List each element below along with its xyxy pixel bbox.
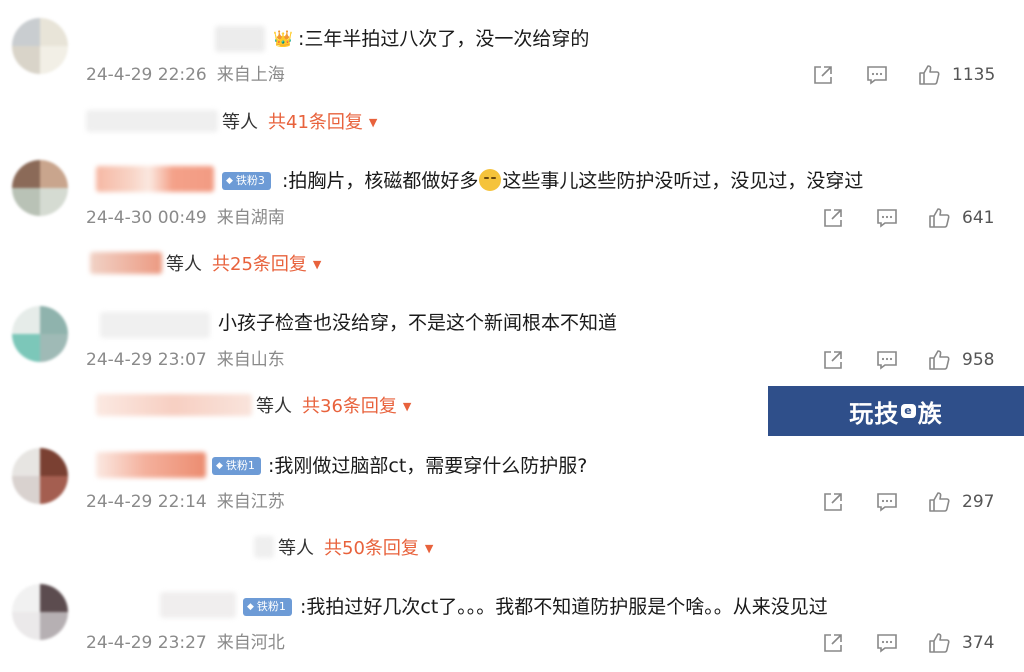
share-icon[interactable] <box>822 632 844 654</box>
username-blurred[interactable] <box>215 26 265 52</box>
avatar[interactable] <box>12 18 68 74</box>
comment-actions: 1135 <box>812 62 1012 88</box>
comment-date: 24-4-30 00:49 <box>86 208 207 228</box>
comment-text: 小孩子检查也没给穿，不是这个新闻根本不知道 <box>218 312 618 334</box>
comment-text-part: 这些事儿这些防护没听过，没见过，没穿过 <box>502 170 864 192</box>
username-blurred[interactable] <box>96 166 214 192</box>
reply-users-blurred <box>86 110 218 132</box>
replies-toggle[interactable]: 等人 共41条回复 ▼ <box>86 110 377 136</box>
avatar[interactable] <box>12 160 68 216</box>
fan-badge-label: 铁粉3 <box>235 174 265 187</box>
comment-icon[interactable] <box>876 632 898 654</box>
comment-icon[interactable] <box>876 207 898 229</box>
thumbs-up-icon[interactable] <box>918 64 940 86</box>
comment-meta: 24-4-29 22:26 来自上海 <box>86 64 285 86</box>
comment-location: 来自江苏 <box>216 492 285 512</box>
reply-users-blurred <box>90 252 162 274</box>
fan-badge[interactable]: ◆ 铁粉3 <box>222 172 271 190</box>
comment-location: 来自湖南 <box>216 208 285 228</box>
comment-icon[interactable] <box>866 64 888 86</box>
comment-date: 24-4-29 22:14 <box>86 492 207 512</box>
username-blurred[interactable] <box>160 592 236 618</box>
share-icon[interactable] <box>812 64 834 86</box>
fan-badge-label: 铁粉1 <box>225 459 255 472</box>
reply-users-label: 等人 <box>166 254 202 275</box>
fan-badge-label: 铁粉1 <box>256 600 286 613</box>
comment-location: 来自河北 <box>216 633 285 653</box>
watermark-text: 族 <box>917 399 943 428</box>
comment-icon[interactable] <box>876 349 898 371</box>
reply-count[interactable]: 共50条回复 <box>324 538 419 559</box>
comment-meta: 24-4-29 23:27 来自河北 <box>86 632 285 654</box>
comment-text: :我拍过好几次ct了。。。我都不知道防护服是个啥。。从来没见过 <box>300 596 828 618</box>
thumbs-up-icon[interactable] <box>928 207 950 229</box>
share-icon[interactable] <box>822 207 844 229</box>
watermark-text: 玩技 <box>849 399 900 428</box>
avatar[interactable] <box>12 584 68 640</box>
comment-text: :我刚做过脑部ct，需要穿什么防护服? <box>268 455 588 477</box>
reply-users-label: 等人 <box>222 112 258 133</box>
like-count: 297 <box>962 492 995 512</box>
comment-date: 24-4-29 23:27 <box>86 633 207 653</box>
diamond-icon: ◆ <box>247 602 254 612</box>
username-blurred[interactable] <box>96 452 206 478</box>
like-count: 374 <box>962 633 995 653</box>
replies-toggle[interactable]: 等人 共36条回复 ▼ <box>96 394 411 420</box>
thumbs-up-icon[interactable] <box>928 349 950 371</box>
comment-actions: 641 <box>822 205 1012 231</box>
thumbs-up-icon[interactable] <box>928 491 950 513</box>
reply-count[interactable]: 共25条回复 <box>212 254 307 275</box>
comment-location: 来自山东 <box>216 350 285 370</box>
reply-count[interactable]: 共36条回复 <box>302 396 397 417</box>
comment-actions: 958 <box>822 347 1012 373</box>
comment-meta: 24-4-29 22:14 来自江苏 <box>86 491 285 513</box>
comment-actions: 297 <box>822 489 1012 515</box>
comment-icon[interactable] <box>876 491 898 513</box>
diamond-icon: ◆ <box>226 176 233 186</box>
comment-date: 24-4-29 23:07 <box>86 350 207 370</box>
fan-badge[interactable]: ◆ 铁粉1 <box>212 457 261 475</box>
comment-text-part: :拍胸片，核磁都做好多 <box>282 170 479 192</box>
comment-text: :三年半拍过八次了，没一次给穿的 <box>298 28 590 50</box>
reply-users-blurred <box>96 394 252 416</box>
reply-count[interactable]: 共41条回复 <box>268 112 363 133</box>
share-icon[interactable] <box>822 491 844 513</box>
avatar[interactable] <box>12 448 68 504</box>
watermark-text: e <box>901 404 916 418</box>
comment-meta: 24-4-30 00:49 来自湖南 <box>86 207 285 229</box>
like-count: 641 <box>962 208 995 228</box>
thumbs-up-icon[interactable] <box>928 632 950 654</box>
comment-text: :拍胸片，核磁都做好多 这些事儿这些防护没听过，没见过，没穿过 <box>282 168 863 194</box>
like-count: 958 <box>962 350 995 370</box>
avatar[interactable] <box>12 306 68 362</box>
caret-down-icon: ▼ <box>368 116 378 129</box>
comment-date: 24-4-29 22:26 <box>86 65 207 85</box>
comment-meta: 24-4-29 23:07 来自山东 <box>86 349 285 371</box>
caret-down-icon: ▼ <box>402 400 412 413</box>
reply-users-label: 等人 <box>256 396 292 417</box>
caret-down-icon: ▼ <box>312 258 322 271</box>
reply-users-label: 等人 <box>278 538 314 559</box>
crown-icon: 👑 <box>273 29 293 48</box>
replies-toggle[interactable]: 等人 共25条回复 ▼ <box>90 252 321 278</box>
sleepy-face-emoji-icon <box>479 169 502 191</box>
comment-actions: 374 <box>822 630 1012 656</box>
like-count: 1135 <box>952 65 996 85</box>
fan-badge[interactable]: ◆ 铁粉1 <box>243 598 292 616</box>
replies-toggle[interactable]: 等人 共50条回复 ▼ <box>254 536 433 562</box>
watermark-logo: 玩技 e 族 <box>768 386 1024 436</box>
diamond-icon: ◆ <box>216 461 223 471</box>
comment-location: 来自上海 <box>216 65 285 85</box>
username-blurred[interactable] <box>100 312 210 338</box>
reply-users-blurred <box>254 536 274 558</box>
caret-down-icon: ▼ <box>424 542 434 555</box>
share-icon[interactable] <box>822 349 844 371</box>
